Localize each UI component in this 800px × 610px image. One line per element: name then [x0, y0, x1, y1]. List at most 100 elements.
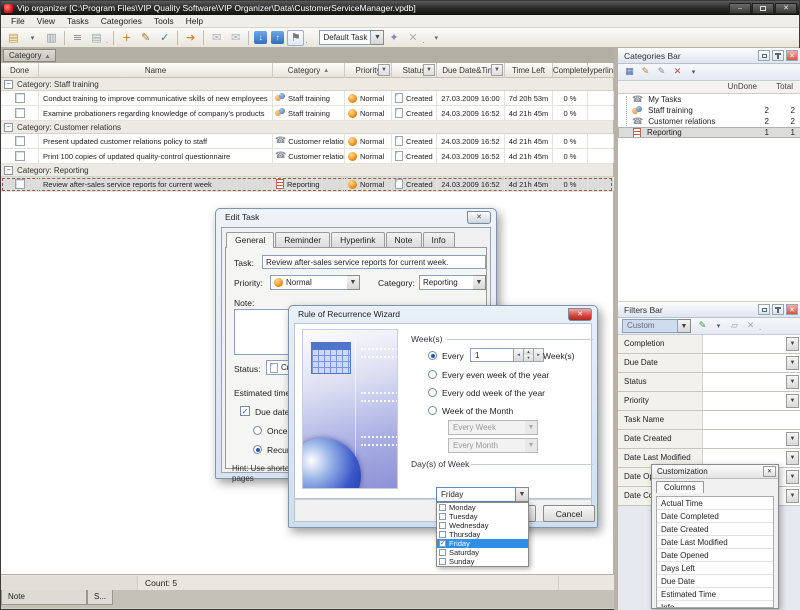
menu-view[interactable]: View [31, 16, 61, 26]
categories-pin-button[interactable] [772, 50, 784, 61]
column-option-date-opened[interactable]: Date Opened [657, 549, 773, 562]
day-option-sunday[interactable]: Sunday [437, 557, 528, 566]
edit-task-icon[interactable]: ✎ [137, 30, 154, 46]
tab-info[interactable]: Info [423, 232, 455, 247]
menu-tools[interactable]: Tools [148, 16, 180, 26]
column-header-timeleft[interactable]: Time Left [505, 63, 553, 78]
column-option-date-created[interactable]: Date Created [657, 523, 773, 536]
clear-x-icon[interactable]: ✕ [404, 30, 421, 46]
filters-restore-button[interactable] [758, 304, 770, 315]
edit-filter-icon[interactable]: ✎ [695, 319, 710, 333]
column-option-date-completed[interactable]: Date Completed [657, 510, 773, 523]
filter-dropdown-icon[interactable]: ▼ [423, 64, 435, 76]
chevron-down-icon[interactable]: ▼ [786, 375, 799, 389]
bottom-tab-note[interactable]: Note [1, 590, 87, 605]
day-checkbox[interactable]: ✓ [439, 540, 446, 547]
category-tree-item-my-tasks[interactable]: ☎My Tasks [618, 94, 800, 105]
day-checkbox[interactable] [439, 558, 446, 565]
column-header-category[interactable]: Category▲ [273, 63, 345, 78]
clear-filter-icon[interactable]: ✕ [743, 319, 758, 333]
print-icon[interactable]: ▤ [88, 30, 105, 46]
day-option-monday[interactable]: Monday [437, 503, 528, 512]
filter-preset-combo[interactable]: Custom▼ [622, 319, 691, 333]
new-task-icon[interactable]: ▤ [5, 30, 22, 46]
send-mail-icon[interactable]: ✉ [208, 30, 225, 46]
tab-reminder[interactable]: Reminder [275, 232, 330, 247]
bottom-tab-more[interactable]: S... [87, 590, 113, 605]
chevron-down-icon[interactable]: ▼ [371, 30, 384, 45]
column-header-complete[interactable]: Complete [553, 63, 588, 78]
column-header-due[interactable]: Due Date&Time▼ [437, 63, 505, 78]
collapse-icon[interactable]: − [4, 123, 13, 132]
every-value-spinner[interactable]: 1 ◂ ▲▼ ▸ [470, 348, 544, 362]
due-date-checkbox[interactable]: ✓ [240, 406, 250, 416]
group-by-category-button[interactable]: Category▲ [3, 49, 56, 62]
column-header-priority[interactable]: Priority▼ [345, 63, 392, 78]
menu-help[interactable]: Help [180, 16, 209, 26]
chevron-down-icon[interactable]: ▼ [786, 337, 799, 351]
chevron-down-icon[interactable]: ▼ [786, 432, 799, 446]
chevron-down-icon[interactable]: ▼ [786, 356, 799, 370]
default-task-combo[interactable]: Default Task▼ [319, 30, 384, 45]
sync-blue-1-icon[interactable]: ↓ [254, 31, 267, 44]
category-tree-item-reporting[interactable]: Reporting11 [618, 127, 800, 138]
table-row[interactable]: Conduct training to improve communicativ… [1, 91, 613, 106]
once-radio[interactable] [253, 426, 262, 435]
done-checkbox[interactable] [15, 151, 25, 161]
tab-note[interactable]: Note [386, 232, 422, 247]
tab-columns[interactable]: Columns [656, 481, 704, 493]
category-combo[interactable]: Reporting ▼ [419, 275, 486, 290]
table-row[interactable]: Print 100 copies of updated quality-cont… [1, 149, 613, 164]
column-option-days-left[interactable]: Days Left [657, 562, 773, 575]
edit-category-icon[interactable]: ✎ [638, 65, 653, 79]
weeks-count-input[interactable]: 1 [470, 348, 514, 362]
group-row[interactable]: −Category: Customer relations [1, 121, 613, 134]
week-of-month-radio[interactable] [428, 406, 437, 415]
wizard-close-button[interactable]: ✕ [568, 308, 592, 321]
categories-restore-button[interactable] [758, 50, 770, 61]
day-checkbox[interactable] [439, 522, 446, 529]
day-checkbox[interactable] [439, 531, 446, 538]
day-option-saturday[interactable]: Saturday [437, 548, 528, 557]
chevron-down-icon[interactable]: ▼ [516, 487, 529, 502]
day-checkbox[interactable] [439, 504, 446, 511]
overflow-icon[interactable]: ▾ [428, 30, 445, 46]
delete-category-icon[interactable]: ✕ [670, 65, 685, 79]
day-option-friday[interactable]: ✓Friday [437, 539, 528, 548]
save-copy-icon[interactable]: ▥ [43, 30, 60, 46]
rename-category-icon[interactable]: ✎ [654, 65, 669, 79]
day-of-week-combo[interactable]: Friday ▼ [436, 487, 529, 502]
even-week-radio[interactable] [428, 370, 437, 379]
done-checkbox[interactable] [15, 136, 25, 146]
dropdown-icon[interactable]: ▾ [686, 65, 701, 79]
table-row[interactable]: Review after-sales service reports for c… [1, 177, 613, 192]
table-row[interactable]: Present updated customer relations polic… [1, 134, 613, 149]
erase-filter-icon[interactable]: ▱ [727, 319, 742, 333]
task-input[interactable]: Review after-sales service reports for c… [262, 255, 486, 269]
add-task-icon[interactable]: + [118, 30, 135, 46]
tab-general[interactable]: General [226, 232, 274, 248]
column-option-actual-time[interactable]: Actual Time [657, 497, 773, 510]
maximize-button[interactable] [752, 3, 774, 14]
chevron-down-icon[interactable]: ▼ [678, 319, 691, 333]
customization-header[interactable]: Customization ✕ [652, 465, 778, 479]
chevron-down-icon[interactable]: ▼ [347, 275, 360, 290]
chevron-down-icon[interactable]: ▼ [786, 451, 799, 465]
recurrence-flag-icon[interactable]: ⚑ [287, 30, 304, 46]
sync-blue-2-icon[interactable]: ↑ [271, 31, 284, 44]
close-button[interactable]: ✕ [775, 3, 797, 14]
recurrence-radio[interactable] [253, 445, 262, 454]
menu-categories[interactable]: Categories [95, 16, 148, 26]
done-checkbox[interactable] [15, 179, 25, 189]
add-category-icon[interactable]: ▦ [622, 65, 637, 79]
complete-task-icon[interactable]: ✓ [156, 30, 173, 46]
column-option-due-date[interactable]: Due Date [657, 575, 773, 588]
day-option-tuesday[interactable]: Tuesday [437, 512, 528, 521]
every-week-radio[interactable] [428, 351, 437, 360]
menu-file[interactable]: File [5, 16, 31, 26]
table-row[interactable]: Examine probationers regarding knowledge… [1, 106, 613, 121]
categories-close-button[interactable]: ✕ [786, 50, 798, 61]
group-row[interactable]: −Category: Reporting [1, 164, 613, 177]
edit-task-close-button[interactable]: ✕ [467, 211, 491, 224]
category-tree-item-customer-relations[interactable]: ☎Customer relations22 [618, 116, 800, 127]
